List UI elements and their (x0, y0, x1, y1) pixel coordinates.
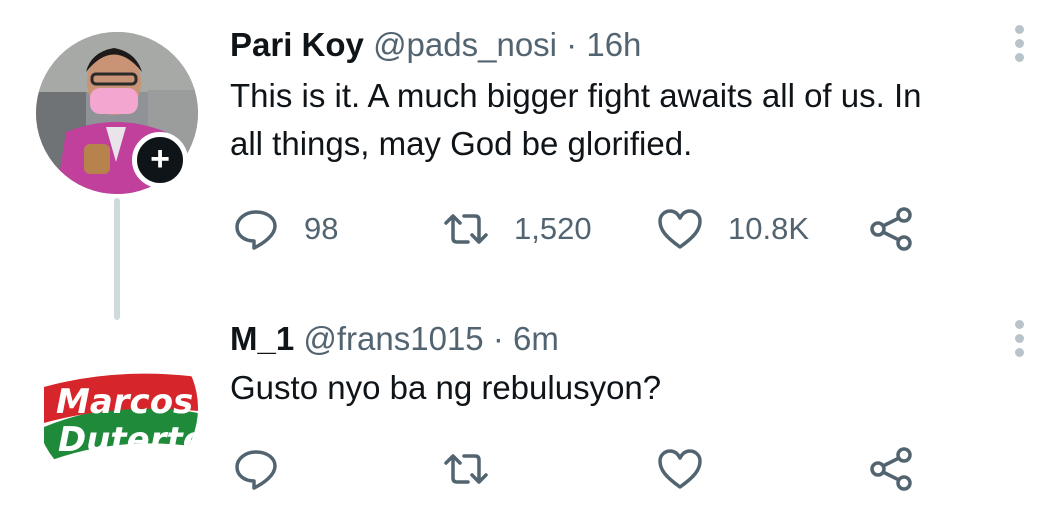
retweet-icon (444, 454, 488, 484)
thread-connector-line (114, 198, 120, 320)
reply-icon (235, 210, 277, 250)
retweet-button[interactable] (442, 444, 490, 494)
separator: · (557, 26, 587, 63)
like-count: 10.8K (728, 211, 810, 246)
avatar-logo: Marcos Duterte (36, 327, 198, 489)
reply-button[interactable] (232, 444, 280, 494)
retweet-count: 1,520 (514, 211, 592, 246)
share-button[interactable] (868, 444, 916, 494)
like-button[interactable]: 10.8K (656, 204, 809, 254)
share-icon (870, 447, 912, 491)
reply-button[interactable]: 98 (232, 204, 338, 254)
tweet-header: M_1 @frans1015 · 6m (230, 320, 559, 358)
avatar[interactable]: Marcos Duterte (36, 327, 198, 489)
display-name[interactable]: M_1 (230, 320, 294, 357)
tweet-text: This is it. A much bigger fight awaits a… (230, 77, 922, 162)
display-name[interactable]: Pari Koy (230, 26, 364, 63)
like-icon (658, 209, 702, 249)
more-icon[interactable] (1014, 320, 1026, 362)
separator: · (483, 320, 513, 357)
tweet-text: Gusto nyo ba ng rebulusyon? (230, 369, 662, 406)
tweet-header: Pari Koy @pads_nosi · 16h (230, 26, 641, 64)
like-button[interactable] (656, 444, 704, 494)
handle[interactable]: @frans1015 (303, 320, 483, 357)
more-icon[interactable] (1014, 25, 1026, 67)
handle[interactable]: @pads_nosi (373, 26, 557, 63)
share-icon (870, 207, 912, 251)
retweet-button[interactable]: 1,520 (442, 204, 592, 254)
share-button[interactable] (868, 204, 916, 254)
retweet-icon (444, 214, 488, 244)
like-icon (658, 449, 702, 489)
timestamp[interactable]: 6m (513, 320, 559, 357)
follow-plus-button[interactable]: + (132, 132, 188, 188)
reply-icon (235, 450, 277, 490)
reply-count: 98 (304, 211, 339, 246)
timestamp[interactable]: 16h (586, 26, 641, 63)
logo-text-line2: Duterte (58, 420, 198, 460)
logo-text-line1: Marcos (56, 382, 193, 422)
